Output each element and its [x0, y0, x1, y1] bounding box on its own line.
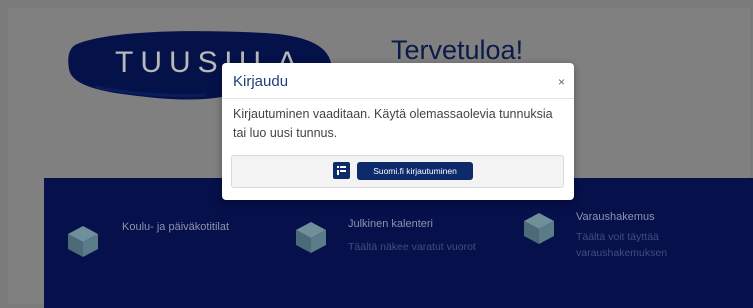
- page-title: Tervetuloa!: [391, 35, 524, 65]
- login-modal: Kirjaudu × Kirjautuminen vaaditaan. Käyt…: [222, 63, 574, 200]
- feature-facilities[interactable]: Koulu- ja päiväkotitilat: [66, 221, 266, 281]
- modal-message: Kirjautuminen vaaditaan. Käytä olemassao…: [233, 107, 553, 140]
- feature-title: Koulu- ja päiväkotitilat: [122, 221, 230, 233]
- suomifi-logo-icon[interactable]: [333, 162, 350, 179]
- cube-icon: [296, 222, 326, 253]
- cube-icon: [68, 226, 98, 257]
- feature-subtitle: Täältä näkee varatut vuorot: [348, 241, 476, 253]
- feature-calendar[interactable]: Julkinen kalenteri Täältä näkee varatut …: [294, 216, 494, 276]
- feature-subtitle: Täältä voit täyttää varaushakemuksen: [576, 231, 668, 259]
- feature-title: Varaushakemus: [576, 211, 655, 223]
- feature-title: Julkinen kalenteri: [348, 218, 433, 230]
- modal-title: Kirjaudu: [233, 73, 289, 90]
- close-icon[interactable]: ×: [558, 75, 565, 89]
- suomifi-login-button[interactable]: Suomi.fi kirjautuminen: [357, 162, 473, 180]
- modal-divider: [222, 98, 574, 99]
- login-options: Suomi.fi kirjautuminen: [231, 155, 564, 188]
- feature-application[interactable]: Varaushakemus Täältä voit täyttää varaus…: [522, 211, 742, 271]
- cube-icon: [524, 213, 554, 244]
